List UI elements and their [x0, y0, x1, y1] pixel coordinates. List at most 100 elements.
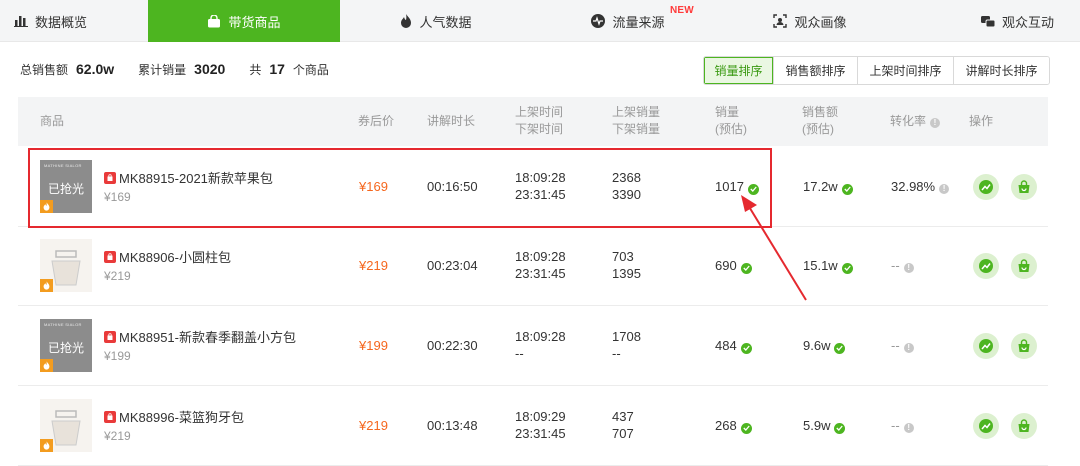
conversion-rate: 32.98%! [891, 178, 950, 195]
col-action: 操作 [969, 114, 994, 128]
product-detail-button[interactable] [1011, 253, 1037, 279]
trend-icon [979, 180, 993, 194]
bag-icon [1018, 339, 1030, 352]
face-scan-icon [773, 14, 788, 28]
product-detail-button[interactable] [1011, 333, 1037, 359]
hot-flame-icon [40, 439, 53, 452]
top-tab-bar: 数据概览 带货商品 人气数据 流量来源 NEW 观众画像 观众互动 [0, 0, 1080, 42]
fire-icon [400, 14, 412, 28]
coupon-price: ¥219 [359, 258, 388, 273]
product-thumbnail[interactable] [40, 239, 92, 292]
shelf-times: 18:09:28 -- [515, 329, 566, 361]
revenue-estimate: 5.9w [803, 417, 846, 434]
trend-action-button[interactable] [973, 413, 999, 439]
explain-duration: 00:22:30 [427, 338, 478, 353]
product-detail-button[interactable] [1011, 413, 1037, 439]
verified-check-icon [740, 262, 752, 274]
cumulative-sales-label: 累计销量 [138, 63, 187, 77]
tab-traffic-source[interactable]: 流量来源 NEW [532, 0, 724, 42]
coupon-price: ¥199 [359, 338, 388, 353]
sort-by-revenue-button[interactable]: 销售额排序 [773, 57, 857, 84]
bag-icon [1018, 259, 1030, 272]
shelf-times: 18:09:28 23:31:45 [515, 249, 566, 281]
info-icon[interactable]: ! [930, 117, 941, 128]
trend-action-button[interactable] [973, 253, 999, 279]
col-conversion: 转化率! [890, 113, 941, 130]
trend-action-button[interactable] [973, 333, 999, 359]
info-icon[interactable]: ! [903, 422, 914, 433]
tab-products[interactable]: 带货商品 [148, 0, 340, 42]
sort-button-group: 销量排序 销售额排序 上架时间排序 讲解时长排序 [703, 56, 1050, 85]
trend-icon [979, 339, 993, 353]
verified-check-icon [834, 422, 846, 434]
thumb-brand-text: MATHINE SIALOR [44, 322, 82, 327]
product-name[interactable]: MK88906-小圆柱包 [104, 247, 231, 266]
new-badge: NEW [670, 5, 694, 16]
explain-duration: 00:23:04 [427, 258, 478, 273]
explain-duration: 00:13:48 [427, 418, 478, 433]
trend-action-button[interactable] [973, 174, 999, 200]
shop-icon [104, 250, 116, 263]
tab-label: 流量来源 [612, 14, 665, 30]
highlight-box [28, 148, 772, 228]
sort-by-shelf-time-button[interactable]: 上架时间排序 [857, 57, 953, 84]
list-price: ¥219 [104, 269, 131, 283]
cumulative-sales-value: 3020 [194, 61, 226, 77]
shop-icon [104, 330, 116, 343]
table-row[interactable]: MK88906-小圆柱包 ¥219 ¥219 00:23:04 18:09:28… [18, 226, 1048, 306]
col-revenue: 销售额 (预估) [802, 105, 839, 136]
sold-out-label: 已抢光 [47, 341, 84, 355]
total-sales-label: 总销售额 [20, 63, 69, 77]
tab-label: 数据概览 [35, 14, 88, 30]
total-sales-value: 62.0w [76, 61, 115, 77]
table-header: 商品 券后价 讲解时长 上架时间 下架时间 上架销量 下架销量 销量 (预估) 销售额… [18, 97, 1048, 146]
product-thumbnail[interactable] [40, 399, 92, 452]
info-icon[interactable]: ! [903, 262, 914, 273]
col-shelf-sales: 上架销量 下架销量 [612, 105, 661, 136]
tab-label: 观众画像 [794, 14, 847, 30]
sales-summary: 总销售额 62.0w 累计销量 3020 共 17 个商品 [20, 61, 329, 78]
product-name[interactable]: MK88996-菜篮狗牙包 [104, 407, 244, 426]
verified-check-icon [740, 422, 752, 434]
table-row[interactable]: MK88996-菜篮狗牙包 ¥219 ¥219 00:13:48 18:09:2… [18, 386, 1048, 466]
trend-icon [979, 259, 993, 273]
conversion-rate: --! [891, 257, 914, 274]
verified-check-icon [841, 262, 853, 274]
verified-check-icon [841, 183, 853, 195]
shelf-sales: 703 1395 [612, 249, 641, 281]
bag-icon [1018, 180, 1030, 193]
product-count-suffix: 个商品 [292, 63, 329, 77]
info-icon[interactable]: ! [939, 183, 950, 194]
sales-estimate: 690 [715, 257, 752, 274]
bag-icon [1018, 419, 1030, 432]
revenue-estimate: 15.1w [803, 257, 853, 274]
info-icon[interactable]: ! [903, 342, 914, 353]
tab-label: 带货商品 [228, 14, 281, 30]
sort-by-duration-button[interactable]: 讲解时长排序 [953, 57, 1049, 84]
product-thumbnail[interactable]: MATHINE SIALOR 已抢光 [40, 319, 92, 372]
pulse-icon [591, 14, 606, 28]
tab-popularity[interactable]: 人气数据 [340, 0, 532, 42]
tab-label: 观众互动 [1001, 14, 1054, 30]
product-name[interactable]: MK88951-新款春季翻盖小方包 [104, 327, 296, 346]
revenue-estimate: 9.6w [803, 337, 846, 354]
tab-audience-profile[interactable]: 观众画像 [724, 0, 896, 42]
product-detail-button[interactable] [1011, 174, 1037, 200]
revenue-estimate: 17.2w [803, 178, 853, 195]
tab-audience-interaction[interactable]: 观众互动 [896, 0, 1080, 42]
product-count-value: 17 [269, 61, 285, 77]
col-price: 券后价 [358, 114, 395, 128]
tab-data-overview[interactable]: 数据概览 [0, 0, 148, 42]
table-row[interactable]: MATHINE SIALOR 已抢光 MK88951-新款春季翻盖小方包 ¥19… [18, 306, 1048, 386]
hot-flame-icon [40, 279, 53, 292]
coupon-price: ¥219 [359, 418, 388, 433]
hot-flame-icon [40, 359, 53, 372]
sort-by-sales-button[interactable]: 销量排序 [704, 57, 773, 84]
sales-estimate: 268 [715, 417, 752, 434]
col-shelf-time: 上架时间 下架时间 [515, 105, 564, 136]
col-product: 商品 [40, 114, 65, 128]
verified-check-icon [740, 342, 752, 354]
shelf-times: 18:09:29 23:31:45 [515, 409, 566, 441]
list-price: ¥219 [104, 429, 131, 443]
conversion-rate: --! [891, 337, 914, 354]
